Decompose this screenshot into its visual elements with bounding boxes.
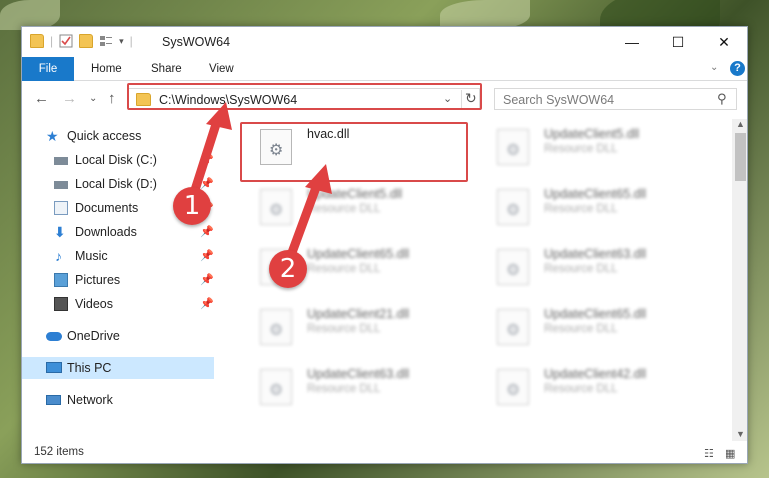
step-badge-2: 2 xyxy=(269,250,307,288)
annotation-arrows xyxy=(190,102,332,263)
step-badge-1: 1 xyxy=(173,187,211,225)
